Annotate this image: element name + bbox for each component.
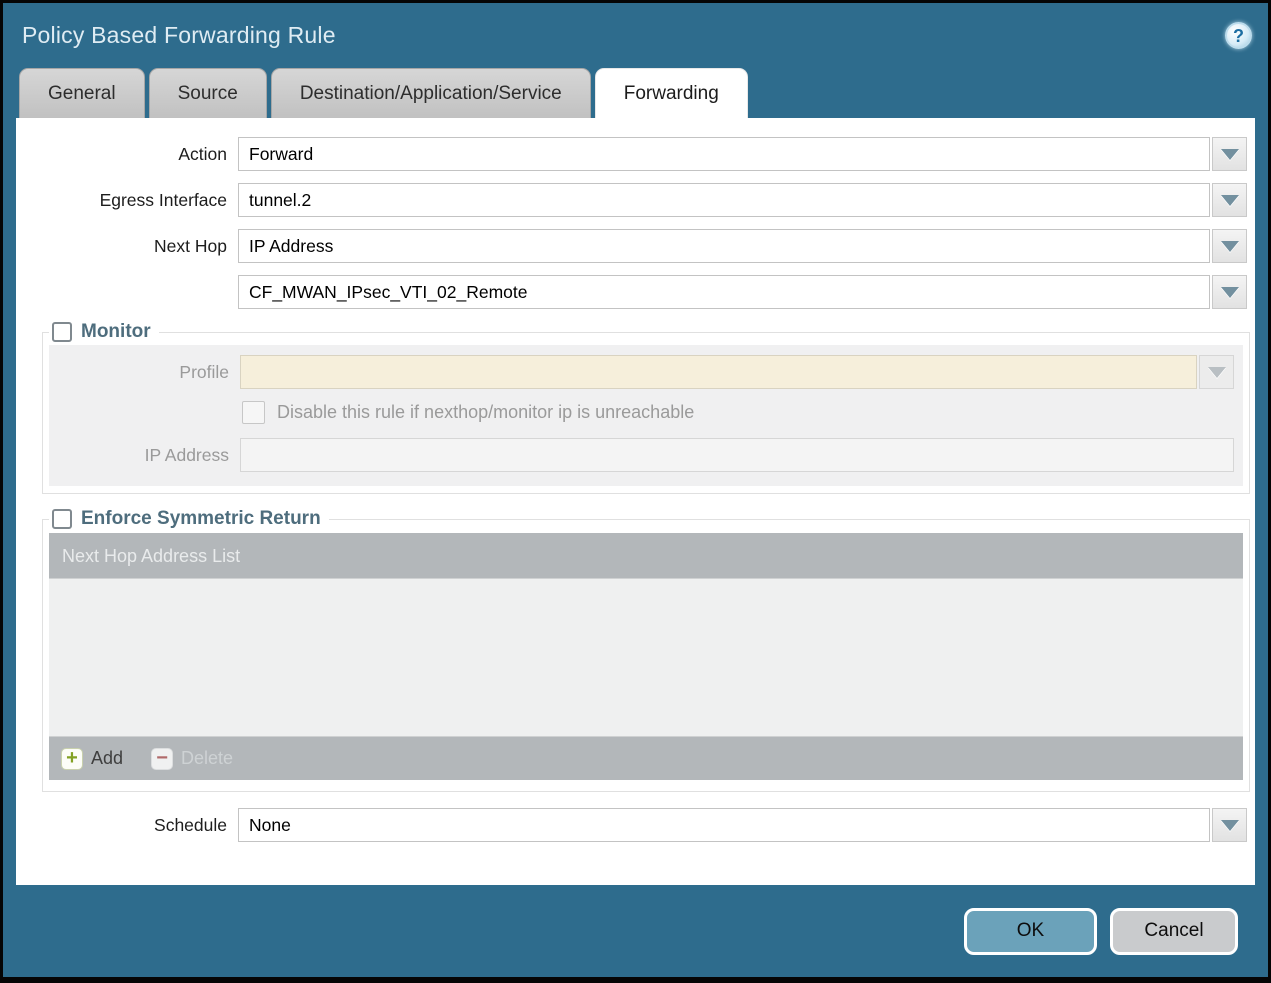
cancel-button[interactable]: Cancel	[1110, 908, 1238, 955]
table-toolbar: + Add − Delete	[49, 736, 1243, 780]
chevron-down-icon	[1208, 367, 1226, 378]
add-button-label: Add	[91, 748, 123, 769]
delete-button-label: Delete	[181, 748, 233, 769]
dialog-title: Policy Based Forwarding Rule	[22, 22, 336, 49]
tab-source[interactable]: Source	[149, 68, 267, 118]
schedule-label: Schedule	[16, 815, 227, 836]
profile-combo	[240, 355, 1234, 389]
schedule-input[interactable]	[238, 808, 1210, 842]
enforce-symmetric-return-checkbox[interactable]	[52, 509, 72, 529]
next-hop-combo	[238, 229, 1247, 263]
next-hop-address-dropdown-button[interactable]	[1212, 275, 1247, 309]
monitor-legend: Monitor	[49, 321, 159, 343]
action-combo	[238, 137, 1247, 171]
next-hop-type-input[interactable]	[238, 229, 1210, 263]
plus-icon: +	[61, 748, 83, 770]
egress-interface-combo	[238, 183, 1247, 217]
disable-rule-label: Disable this rule if nexthop/monitor ip …	[277, 402, 694, 423]
next-hop-dropdown-button[interactable]	[1212, 229, 1247, 263]
chevron-down-icon	[1221, 149, 1239, 160]
chevron-down-icon	[1221, 195, 1239, 206]
next-hop-address-combo	[238, 275, 1247, 309]
egress-interface-row: Egress Interface	[16, 183, 1247, 217]
monitor-group: Monitor Profile Disable this rule if nex…	[42, 321, 1250, 494]
profile-input	[240, 355, 1197, 389]
action-row: Action	[16, 137, 1247, 171]
symmetric-return-legend-label: Enforce Symmetric Return	[81, 508, 321, 530]
monitor-checkbox[interactable]	[52, 322, 72, 342]
chevron-down-icon	[1221, 287, 1239, 298]
monitor-ip-address-row: IP Address	[49, 438, 1234, 472]
egress-interface-input[interactable]	[238, 183, 1210, 217]
monitor-fields: Profile Disable this rule if nexthop/mon…	[49, 345, 1243, 486]
help-icon[interactable]: ?	[1225, 22, 1252, 49]
monitor-ip-address-combo	[240, 438, 1234, 472]
minus-icon: −	[151, 748, 173, 770]
next-hop-address-table: Next Hop Address List + Add − Delete	[49, 533, 1243, 780]
tab-destination-application-service[interactable]: Destination/Application/Service	[271, 68, 591, 118]
chevron-down-icon	[1221, 820, 1239, 831]
next-hop-row: Next Hop	[16, 229, 1247, 263]
ok-button[interactable]: OK	[964, 908, 1097, 955]
chevron-down-icon	[1221, 241, 1239, 252]
symmetric-return-group: Enforce Symmetric Return Next Hop Addres…	[42, 508, 1250, 792]
forwarding-tab-panel: Action Egress Interface Next Hop	[16, 118, 1255, 885]
schedule-dropdown-button[interactable]	[1212, 808, 1247, 842]
next-hop-label: Next Hop	[16, 236, 227, 257]
disable-rule-checkbox	[242, 401, 265, 424]
pbf-rule-dialog: Policy Based Forwarding Rule ? General S…	[0, 0, 1271, 983]
monitor-ip-address-input	[240, 438, 1234, 472]
schedule-combo	[238, 808, 1247, 842]
add-button[interactable]: + Add	[61, 748, 123, 770]
next-hop-address-table-body[interactable]	[49, 579, 1243, 736]
egress-interface-dropdown-button[interactable]	[1212, 183, 1247, 217]
action-label: Action	[16, 144, 227, 165]
tab-bar: General Source Destination/Application/S…	[3, 68, 1268, 118]
delete-button: − Delete	[151, 748, 233, 770]
monitor-legend-label: Monitor	[81, 321, 151, 343]
action-dropdown-button[interactable]	[1212, 137, 1247, 171]
dialog-titlebar: Policy Based Forwarding Rule ?	[3, 3, 1268, 68]
profile-row: Profile	[49, 355, 1234, 389]
tab-forwarding[interactable]: Forwarding	[595, 68, 748, 118]
table-header-next-hop-address-list: Next Hop Address List	[49, 533, 1243, 579]
next-hop-address-row	[16, 275, 1247, 309]
tab-general[interactable]: General	[19, 68, 145, 118]
egress-interface-label: Egress Interface	[16, 190, 227, 211]
disable-rule-row: Disable this rule if nexthop/monitor ip …	[49, 401, 1243, 424]
dialog-footer: OK Cancel	[3, 885, 1268, 977]
action-input[interactable]	[238, 137, 1210, 171]
next-hop-address-input[interactable]	[238, 275, 1210, 309]
monitor-ip-address-label: IP Address	[49, 445, 229, 466]
profile-label: Profile	[49, 362, 229, 383]
profile-dropdown-button	[1199, 355, 1234, 389]
symmetric-return-legend: Enforce Symmetric Return	[49, 508, 329, 530]
schedule-row: Schedule	[16, 808, 1247, 842]
